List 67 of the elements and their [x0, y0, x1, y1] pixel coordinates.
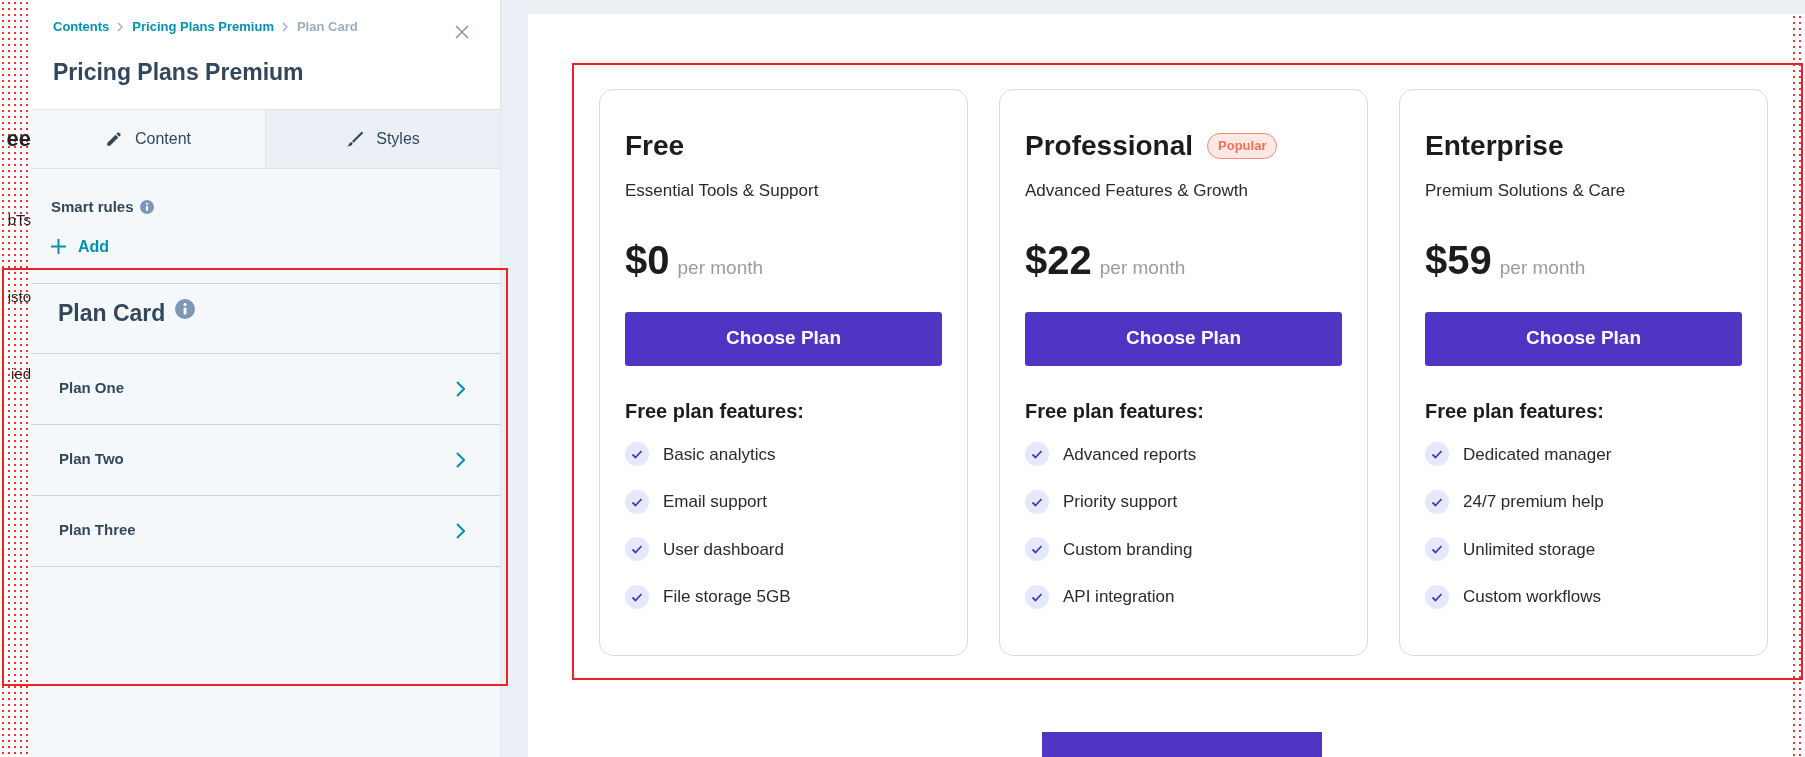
- popular-badge: Popular: [1207, 133, 1278, 159]
- info-icon: [175, 299, 196, 319]
- page-text-fragment: ee: [6, 128, 31, 150]
- chevron-right-icon: [456, 451, 465, 468]
- check-icon: [1425, 584, 1449, 609]
- check-icon: [1425, 489, 1449, 514]
- plus-icon: [51, 239, 66, 254]
- brush-icon: [346, 130, 365, 148]
- features-title: Free plan features:: [1425, 398, 1605, 424]
- price: $0: [625, 236, 670, 284]
- check-icon: [1025, 442, 1049, 467]
- price-period: per month: [1099, 255, 1186, 280]
- close-button[interactable]: [454, 24, 470, 40]
- price: $59: [1425, 236, 1492, 284]
- chevron-right-icon: [117, 21, 125, 32]
- choose-plan-button[interactable]: Choose Plan: [1425, 311, 1742, 366]
- list-item[interactable]: Plan Two: [31, 424, 500, 496]
- feature-text: Unlimited storage: [1463, 538, 1596, 561]
- feature-text: Custom workflows: [1463, 586, 1601, 608]
- page-text-fragment: bTs: [7, 212, 31, 227]
- feature-text: Dedicated manager: [1463, 443, 1612, 466]
- feature-text: Advanced reports: [1063, 443, 1197, 466]
- check-icon: [625, 442, 649, 467]
- price-period: per month: [1499, 255, 1586, 280]
- check-icon: [1025, 489, 1049, 514]
- chevron-right-icon: [281, 21, 289, 32]
- plan-name: Free: [625, 129, 685, 163]
- list-item[interactable]: Plan One: [31, 353, 500, 425]
- plan-name: Enterprise: [1425, 129, 1564, 163]
- choose-plan-button[interactable]: Choose Plan: [1025, 311, 1342, 366]
- section-label: Smart rules: [51, 197, 134, 217]
- chevron-right-icon: [456, 522, 465, 539]
- feature-text: File storage 5GB: [663, 586, 791, 608]
- check-icon: [1025, 584, 1049, 609]
- feature-text: Priority support: [1063, 491, 1178, 513]
- info-icon: [139, 200, 154, 215]
- feature-text: Basic analytics: [663, 443, 776, 466]
- plan-subtitle: Premium Solutions & Care: [1425, 180, 1627, 202]
- feature-text: Custom branding: [1063, 538, 1193, 561]
- check-icon: [625, 584, 649, 609]
- check-icon: [1425, 537, 1449, 562]
- tab[interactable]: Styles: [265, 110, 500, 168]
- feature-text: API integration: [1063, 586, 1175, 608]
- features-title: Free plan features:: [625, 398, 805, 424]
- breadcrumb-link[interactable]: Pricing Plans Premium: [132, 17, 274, 37]
- breadcrumb-link[interactable]: Contents: [53, 17, 110, 37]
- page-text-fragment: ied: [10, 366, 31, 381]
- plan-subtitle: Essential Tools & Support: [625, 180, 820, 202]
- feature-text: User dashboard: [663, 538, 784, 561]
- panel-title: Pricing Plans Premium: [53, 57, 305, 87]
- feature-text: Email support: [663, 491, 767, 513]
- check-icon: [625, 537, 649, 562]
- page-text-fragment: isto: [7, 289, 31, 304]
- section-title: Plan Card: [58, 298, 166, 328]
- plan-subtitle: Advanced Features & Growth: [1025, 180, 1249, 202]
- pencil-icon: [104, 130, 123, 148]
- price: $22: [1025, 236, 1092, 284]
- price-period: per month: [677, 255, 764, 280]
- check-icon: [625, 489, 649, 514]
- chevron-right-icon: [456, 380, 465, 397]
- plan-name: Professional: [1025, 129, 1194, 163]
- feature-text: 24/7 premium help: [1463, 491, 1604, 513]
- choose-plan-button[interactable]: Choose Plan: [625, 311, 942, 366]
- check-icon: [1025, 537, 1049, 562]
- check-icon: [1425, 442, 1449, 467]
- list-item[interactable]: Plan Three: [31, 495, 500, 567]
- features-title: Free plan features:: [1025, 398, 1205, 424]
